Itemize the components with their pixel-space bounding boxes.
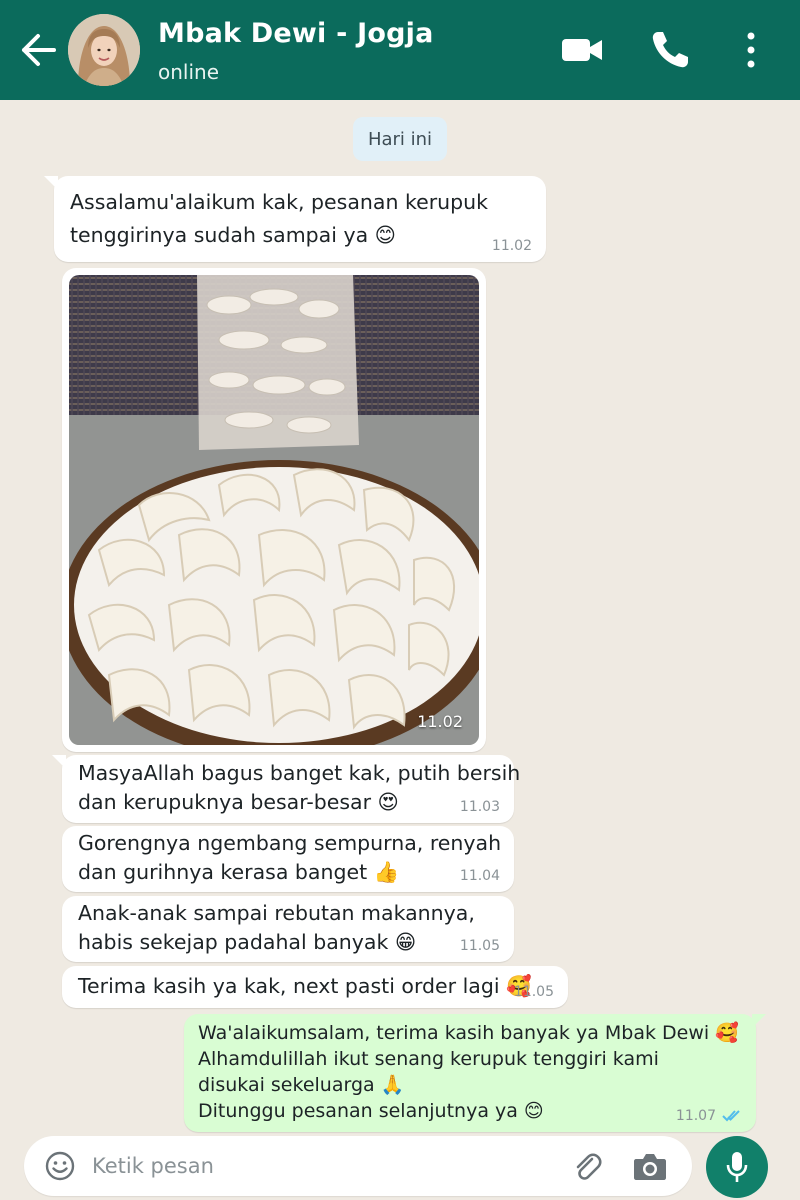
- message-text: disukai sekeluarga 🙏: [198, 1074, 405, 1096]
- message-time: 11.05: [513, 984, 554, 1000]
- message-text: MasyaAllah bagus banget kak, putih bersi…: [78, 761, 521, 785]
- camera-icon[interactable]: [632, 1150, 668, 1184]
- kerupuk-photo[interactable]: 11.02: [69, 275, 479, 745]
- message-input[interactable]: [92, 1144, 552, 1188]
- message-time: 11.07: [675, 1108, 716, 1124]
- avatar-image: [68, 14, 140, 86]
- phone-icon[interactable]: [648, 28, 692, 72]
- message-text: Alhamdulillah ikut senang kerupuk tenggi…: [198, 1048, 659, 1070]
- avatar[interactable]: [68, 14, 140, 86]
- video-call-icon[interactable]: [560, 28, 604, 72]
- chat-screen: Mbak Dewi - Jogja online Hari ini Assala…: [0, 0, 800, 1200]
- attach-icon[interactable]: [570, 1150, 604, 1184]
- message-text: Gorengnya ngembang sempurna, renyah: [78, 831, 502, 855]
- contact-status: online: [158, 60, 220, 84]
- message-text: Wa'alaikumsalam, terima kasih banyak ya …: [198, 1022, 739, 1044]
- message-incoming[interactable]: MasyaAllah bagus banget kak, putih bersi…: [52, 755, 521, 823]
- message-incoming[interactable]: Gorengnya ngembang sempurna, renyah dan …: [62, 826, 514, 892]
- date-chip: Hari ini: [353, 117, 447, 161]
- message-incoming-image[interactable]: 11.02: [62, 268, 486, 752]
- emoji-icon[interactable]: [44, 1150, 76, 1182]
- message-time: 11.02: [491, 238, 532, 254]
- mic-icon: [726, 1152, 748, 1182]
- message-incoming[interactable]: Anak-anak sampai rebutan makannya, habis…: [62, 896, 514, 962]
- message-text: habis sekejap padahal banyak 😁: [78, 930, 417, 954]
- message-text: Anak-anak sampai rebutan makannya,: [78, 901, 475, 925]
- message-text: Terima kasih ya kak, next pasti order la…: [78, 974, 532, 998]
- back-arrow-icon[interactable]: [18, 32, 58, 68]
- message-text: dan gurihnya kerasa banget 👍: [78, 860, 400, 884]
- message-time: 11.04: [459, 868, 500, 884]
- chat-header: Mbak Dewi - Jogja online: [0, 0, 800, 100]
- message-incoming[interactable]: Terima kasih ya kak, next pasti order la…: [62, 966, 568, 1008]
- message-incoming[interactable]: Assalamu'alaikum kak, pesanan kerupuk te…: [44, 176, 546, 262]
- message-time: 11.05: [459, 938, 500, 954]
- message-time: 11.02: [417, 712, 463, 731]
- kerupuk-photo-image: [69, 275, 479, 745]
- message-composer: [24, 1136, 692, 1196]
- double-check-read-icon: [722, 1110, 740, 1122]
- message-outgoing[interactable]: Wa'alaikumsalam, terima kasih banyak ya …: [184, 1014, 766, 1132]
- message-text: dan kerupuknya besar-besar 😍: [78, 790, 399, 814]
- message-time: 11.03: [459, 799, 500, 815]
- message-text: tenggirinya sudah sampai ya 😊: [70, 223, 397, 247]
- mic-button[interactable]: [706, 1136, 768, 1198]
- more-vert-icon[interactable]: [738, 28, 764, 72]
- message-text: Assalamu'alaikum kak, pesanan kerupuk: [70, 190, 488, 214]
- message-text: Ditunggu pesanan selanjutnya ya 😊: [198, 1100, 544, 1122]
- contact-name[interactable]: Mbak Dewi - Jogja: [158, 18, 434, 49]
